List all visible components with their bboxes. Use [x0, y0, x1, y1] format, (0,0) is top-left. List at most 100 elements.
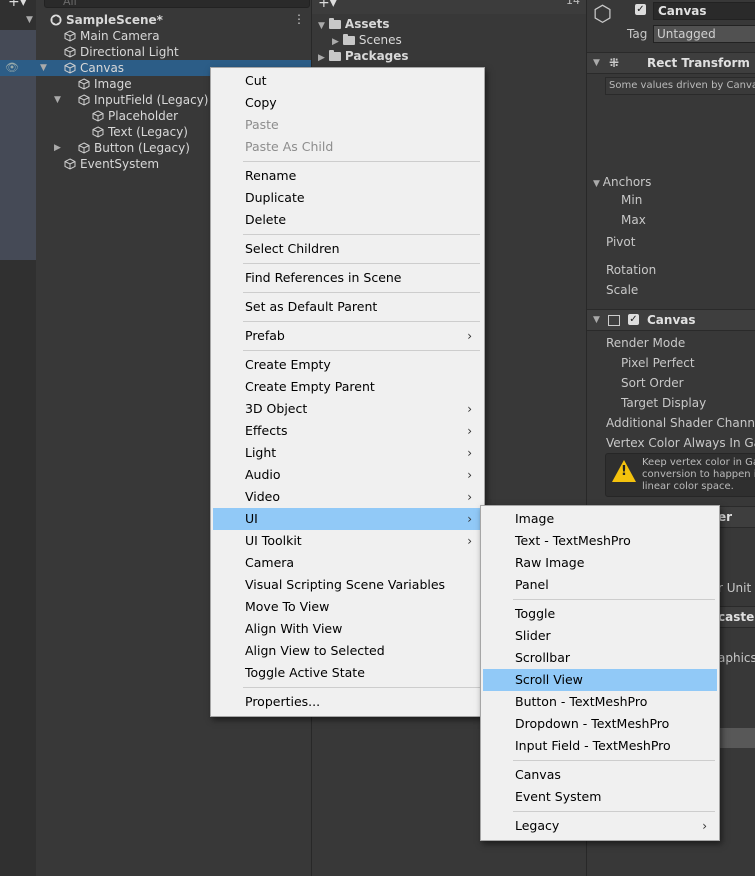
menu-item-label: 3D Object [245, 401, 308, 416]
object-name-field[interactable]: Canvas [653, 2, 755, 20]
ui-menu-item-raw-image[interactable]: Raw Image [483, 552, 717, 574]
hierarchy-item-label: Main Camera [80, 29, 160, 43]
menu-item-3d-object[interactable]: 3D Object › [213, 398, 482, 420]
hierarchy-item-main-camera[interactable]: Main Camera [0, 28, 311, 44]
menu-item-label: Create Empty [245, 357, 331, 372]
expand-arrow-right-icon[interactable]: ▶ [54, 140, 61, 156]
expand-arrow-right-icon[interactable]: ▶ [332, 37, 339, 47]
menu-item-set-as-default-parent[interactable]: Set as Default Parent [213, 296, 482, 318]
hierarchy-item-samplescene[interactable]: ▼ SampleScene* [0, 12, 311, 28]
ui-menu-item-button-textmeshpro[interactable]: Button - TextMeshPro [483, 691, 717, 713]
project-folder-packages[interactable]: ▶ Packages [318, 48, 409, 64]
visibility-eye-icon[interactable]: 👁 [5, 61, 19, 74]
gameobject-cube-icon [78, 142, 90, 154]
menu-item-label: Raw Image [515, 555, 585, 570]
canvas-component-header[interactable]: ▼ ✓ Canvas [587, 309, 755, 331]
scene-menu-icon[interactable]: ⋮ [293, 12, 305, 26]
ui-menu-item-image[interactable]: Image [483, 508, 717, 530]
expand-arrow-down-icon[interactable]: ▼ [40, 60, 47, 76]
menu-item-label: Dropdown - TextMeshPro [515, 716, 670, 731]
submenu-chevron-icon: › [467, 402, 472, 416]
menu-item-ui[interactable]: UI › [213, 508, 482, 530]
submenu-chevron-icon: › [467, 329, 472, 343]
project-folder-assets[interactable]: ▼ Assets [318, 16, 390, 32]
menu-item-select-children[interactable]: Select Children [213, 238, 482, 260]
hierarchy-item-label: Button (Legacy) [94, 141, 190, 155]
add-component-button-partial[interactable] [718, 728, 755, 748]
menu-item-label: Scrollbar [515, 650, 570, 665]
ui-menu-item-slider[interactable]: Slider [483, 625, 717, 647]
menu-item-label: UI Toolkit [245, 533, 302, 548]
menu-item-align-with-view[interactable]: Align With View [213, 618, 482, 640]
active-checkbox[interactable]: ✓ [635, 4, 646, 15]
menu-item-label: Slider [515, 628, 551, 643]
menu-item-video[interactable]: Video › [213, 486, 482, 508]
menu-item-paste-as-child: Paste As Child [213, 136, 482, 158]
reference-unit-label: r Unit [718, 581, 752, 595]
menu-item-delete[interactable]: Delete [213, 209, 482, 231]
project-folder-label: Packages [344, 49, 409, 63]
menu-separator [243, 687, 480, 688]
menu-item-label: Light [245, 445, 277, 460]
ui-menu-item-legacy[interactable]: Legacy › [483, 815, 717, 837]
submenu-chevron-icon: › [467, 424, 472, 438]
canvas-enabled-checkbox[interactable]: ✓ [628, 314, 639, 325]
menu-item-rename[interactable]: Rename [213, 165, 482, 187]
menu-item-copy[interactable]: Copy [213, 92, 482, 114]
ui-menu-item-scroll-view[interactable]: Scroll View [483, 669, 717, 691]
menu-separator [243, 321, 480, 322]
menu-item-duplicate[interactable]: Duplicate [213, 187, 482, 209]
driven-values-note: Some values driven by Canvas. [605, 77, 755, 95]
project-add-button[interactable]: +▾ [318, 0, 337, 11]
ui-menu-item-panel[interactable]: Panel [483, 574, 717, 596]
hierarchy-item-label: Placeholder [108, 109, 179, 123]
ui-menu-item-dropdown-textmeshpro[interactable]: Dropdown - TextMeshPro [483, 713, 717, 735]
hierarchy-add-button[interactable]: +▾ [8, 0, 27, 10]
project-folder-scenes[interactable]: ▶ Scenes [332, 32, 402, 48]
menu-item-toggle-active-state[interactable]: Toggle Active State [213, 662, 482, 684]
canvas-component-icon [608, 315, 620, 326]
menu-item-label: Event System [515, 789, 602, 804]
submenu-chevron-icon: › [467, 446, 472, 460]
menu-item-ui-toolkit[interactable]: UI Toolkit › [213, 530, 482, 552]
ui-menu-item-text-textmeshpro[interactable]: Text - TextMeshPro [483, 530, 717, 552]
ui-submenu: Image Text - TextMeshPro Raw Image Panel Tog… [480, 505, 720, 841]
menu-item-audio[interactable]: Audio › [213, 464, 482, 486]
hierarchy-context-menu: Cut Copy Paste Paste As Child Rename Duplicat… [210, 67, 485, 717]
ui-menu-item-event-system[interactable]: Event System [483, 786, 717, 808]
vertex-color-label: Vertex Color Always In Gamma [606, 436, 755, 450]
menu-item-create-empty-parent[interactable]: Create Empty Parent [213, 376, 482, 398]
menu-item-prefab[interactable]: Prefab › [213, 325, 482, 347]
hierarchy-search-input[interactable]: All [44, 0, 310, 8]
expand-arrow-down-icon[interactable]: ▼ [318, 21, 325, 31]
expand-arrow-down-icon[interactable]: ▼ [54, 92, 61, 108]
menu-item-light[interactable]: Light › [213, 442, 482, 464]
menu-item-properties[interactable]: Properties... [213, 691, 482, 713]
menu-item-label: Copy [245, 95, 277, 110]
menu-item-label: Align View to Selected [245, 643, 385, 658]
anchors-foldout[interactable]: ▼ Anchors [593, 175, 651, 189]
project-folder-label: Scenes [358, 33, 402, 47]
menu-item-effects[interactable]: Effects › [213, 420, 482, 442]
menu-item-align-view-to-selected[interactable]: Align View to Selected [213, 640, 482, 662]
expand-arrow-down-icon[interactable]: ▼ [26, 12, 33, 28]
menu-item-label: Image [515, 511, 555, 526]
tag-dropdown[interactable]: Untagged [653, 25, 755, 43]
rect-transform-header[interactable]: ▼ ⁜ Rect Transform [587, 52, 755, 74]
menu-item-find-references-in-scene[interactable]: Find References in Scene [213, 267, 482, 289]
expand-arrow-right-icon[interactable]: ▶ [318, 53, 325, 63]
menu-item-camera[interactable]: Camera [213, 552, 482, 574]
menu-item-label: Camera [245, 555, 295, 570]
ui-menu-item-scrollbar[interactable]: Scrollbar [483, 647, 717, 669]
menu-item-visual-scripting-scene-variables[interactable]: Visual Scripting Scene Variables [213, 574, 482, 596]
ui-menu-item-toggle[interactable]: Toggle [483, 603, 717, 625]
ui-menu-item-canvas[interactable]: Canvas [483, 764, 717, 786]
menu-item-move-to-view[interactable]: Move To View [213, 596, 482, 618]
submenu-chevron-icon: › [467, 468, 472, 482]
menu-item-create-empty[interactable]: Create Empty [213, 354, 482, 376]
menu-item-label: Effects [245, 423, 288, 438]
tag-label: Tag [627, 27, 648, 41]
menu-item-cut[interactable]: Cut [213, 70, 482, 92]
hierarchy-item-directional-light[interactable]: Directional Light [0, 44, 311, 60]
ui-menu-item-input-field-textmeshpro[interactable]: Input Field - TextMeshPro [483, 735, 717, 757]
